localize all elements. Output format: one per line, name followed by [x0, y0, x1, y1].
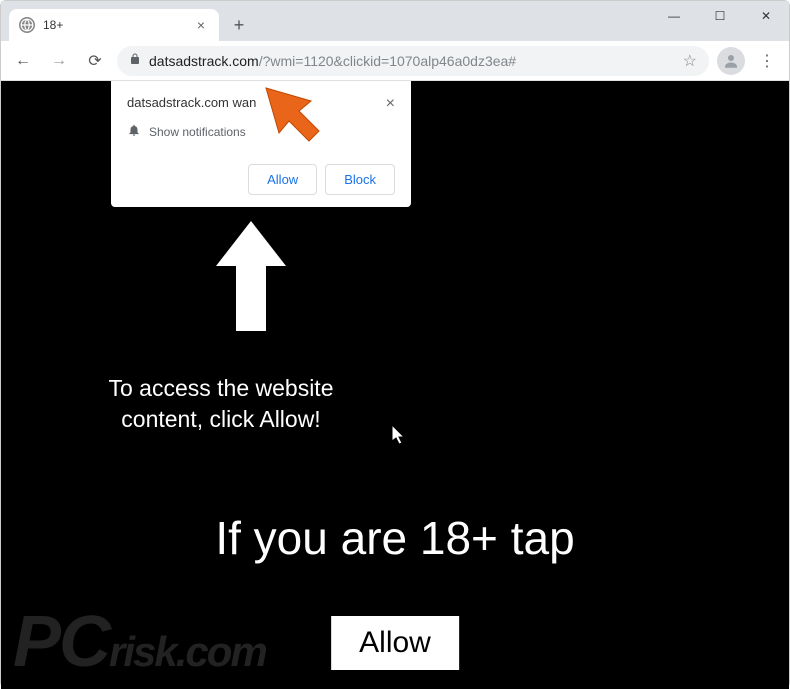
- window-titlebar: 18+ × + — ☐ ✕: [1, 1, 789, 41]
- globe-icon: [19, 17, 35, 33]
- window-close-button[interactable]: ✕: [743, 1, 789, 31]
- allow-button[interactable]: Allow: [248, 164, 317, 195]
- new-tab-button[interactable]: +: [229, 15, 249, 36]
- notification-title: datsadstrack.com wan: [127, 95, 256, 110]
- browser-menu-button[interactable]: ⋮: [753, 47, 781, 75]
- mouse-cursor-icon: [392, 425, 408, 450]
- instruction-text: To access the website content, click All…: [81, 373, 361, 435]
- browser-tab[interactable]: 18+ ×: [9, 9, 219, 41]
- page-content: datsadstrack.com wan × Show notification…: [1, 81, 789, 689]
- profile-avatar[interactable]: [717, 47, 745, 75]
- tab-title: 18+: [43, 18, 193, 32]
- url-text: datsadstrack.com/?wmi=1120&clickid=1070a…: [149, 53, 675, 69]
- close-icon[interactable]: ×: [386, 95, 395, 113]
- page-allow-button[interactable]: Allow: [331, 616, 459, 670]
- age-verification-text: If you are 18+ tap: [1, 511, 789, 565]
- watermark: PCrisk.com: [13, 601, 266, 683]
- block-button[interactable]: Block: [325, 164, 395, 195]
- maximize-button[interactable]: ☐: [697, 1, 743, 31]
- notification-subtitle: Show notifications: [149, 125, 246, 139]
- window-controls: — ☐ ✕: [651, 1, 789, 31]
- up-arrow-icon: [211, 221, 291, 346]
- reload-button[interactable]: ⟳: [81, 47, 109, 75]
- tab-close-icon[interactable]: ×: [193, 17, 209, 33]
- address-bar[interactable]: datsadstrack.com/?wmi=1120&clickid=1070a…: [117, 46, 709, 76]
- orange-pointer-arrow-icon: [261, 83, 331, 148]
- bell-icon: [127, 123, 141, 140]
- minimize-button[interactable]: —: [651, 1, 697, 31]
- lock-icon: [129, 53, 141, 68]
- forward-button[interactable]: →: [45, 47, 73, 75]
- back-button[interactable]: ←: [9, 47, 37, 75]
- bookmark-star-icon[interactable]: ☆: [683, 51, 697, 71]
- browser-toolbar: ← → ⟳ datsadstrack.com/?wmi=1120&clickid…: [1, 41, 789, 81]
